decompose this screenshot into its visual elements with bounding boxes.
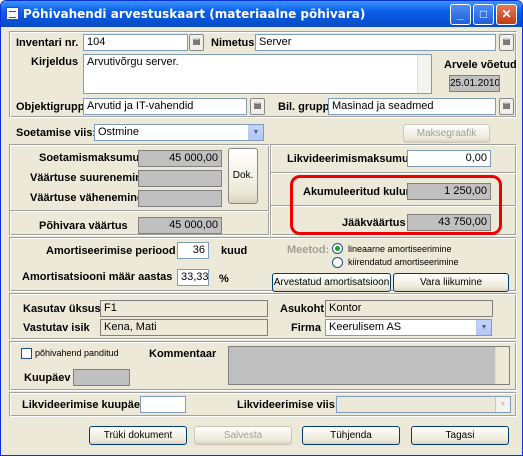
inventory-lookup-button[interactable]: ▤ (189, 34, 204, 51)
accounted-date: 25.01.2010 (449, 75, 500, 92)
close-button[interactable]: ✕ (496, 4, 517, 25)
responsible-value: Kena, Mati (100, 319, 268, 336)
increase-label: Väärtuse suurenemine (30, 172, 148, 184)
increase-value (138, 170, 222, 187)
maximize-button[interactable]: □ (473, 4, 494, 25)
liq-cost-input[interactable]: 0,00 (407, 150, 491, 167)
method-linear-label: lineaarne amortiseerimine (348, 244, 452, 254)
asset-value-label: Põhivara väärtus (39, 220, 128, 232)
pledge-date-label: Kuupäev (24, 372, 71, 384)
responsible-label: Vastutav isik (23, 322, 90, 334)
chevron-down-icon: ▼ (248, 125, 263, 140)
objectgroup-lookup-button[interactable]: ▤ (250, 98, 265, 115)
period-unit: kuud (221, 245, 248, 257)
acq-cost-label: Soetamismaksumus (39, 152, 146, 164)
acq-method-select[interactable]: Ostmine ▼ (94, 124, 264, 141)
divider (10, 210, 269, 212)
liq-method-select[interactable]: ▼ (336, 396, 511, 413)
decrease-value (138, 190, 222, 207)
description-textarea[interactable]: Arvutivõrgu server. (83, 54, 432, 94)
objectgroup-label: Objektigrupp (16, 101, 85, 113)
description-label: Kirjeldus (31, 56, 79, 68)
document-button[interactable]: Dok. (228, 148, 258, 204)
highlight-annotation (290, 175, 502, 235)
inventory-label: Inventari nr. (16, 37, 79, 49)
asset-value-value: 45 000,00 (138, 217, 222, 234)
comment-scrollbar (495, 347, 509, 384)
decrease-label: Väärtuse vähenemine (30, 192, 144, 204)
chevron-down-icon: ▼ (476, 320, 491, 335)
liq-date-label: Likvideerimise kuupäev (22, 399, 147, 411)
asset-card-window: Põhivahendi arvestuskaart (materiaalne p… (0, 0, 523, 456)
name-label: Nimetus (211, 37, 255, 49)
method-linear-radio[interactable] (332, 243, 343, 254)
comment-field (228, 346, 510, 385)
objectgroup-input[interactable]: Arvutid ja IT-vahendid (83, 98, 247, 115)
company-label: Firma (291, 322, 321, 334)
chevron-down-icon: ▼ (495, 397, 510, 412)
company-value: Keerulisem AS (329, 321, 402, 333)
rate-input[interactable]: 33,33 (177, 269, 209, 286)
balgroup-input[interactable]: Masinad ja seadmed (328, 98, 496, 115)
method-accel-radio[interactable] (332, 257, 343, 268)
payment-schedule-button[interactable]: Maksegraafik (403, 124, 490, 143)
method-accel-label: kiirendatud amortiseerimine (348, 257, 459, 267)
unit-value: F1 (100, 300, 268, 317)
clear-button[interactable]: Tühjenda (302, 426, 400, 445)
unit-label: Kasutav üksus (23, 303, 101, 315)
rate-unit: % (219, 273, 229, 285)
acq-method-label: Soetamise viis: (16, 127, 97, 139)
location-label: Asukoht (280, 303, 324, 315)
name-input[interactable]: Server (255, 34, 496, 51)
balgroup-lookup-button[interactable]: ▤ (499, 98, 514, 115)
acq-cost-value: 45 000,00 (138, 150, 222, 167)
form-icon (6, 7, 19, 20)
divider (271, 172, 516, 174)
location-value: Kontor (325, 300, 493, 317)
pledged-checkbox[interactable] (21, 348, 32, 359)
company-select[interactable]: Keerulisem AS ▼ (325, 319, 492, 336)
asset-movement-button[interactable]: Vara liikumine (393, 273, 509, 292)
method-label: Meetod: (287, 244, 330, 256)
period-input[interactable]: 36 (177, 242, 209, 259)
liq-method-label: Likvideerimise viis: (237, 399, 339, 411)
liq-date-input[interactable] (140, 396, 186, 413)
pledged-label: põhivahend panditud (35, 348, 119, 358)
minimize-button[interactable]: _ (450, 4, 471, 25)
acq-method-value: Ostmine (98, 126, 139, 138)
print-document-button[interactable]: Trüki dokument (89, 426, 187, 445)
balgroup-label: Bil. grupp (278, 101, 330, 113)
liq-cost-label: Likvideerimismaksumus (287, 153, 415, 165)
description-scrollbar[interactable] (417, 55, 431, 93)
comment-label: Kommentaar (149, 348, 217, 360)
title-bar: Põhivahendi arvestuskaart (materiaalne p… (1, 1, 522, 27)
window-title: Põhivahendi arvestuskaart (materiaalne p… (23, 7, 366, 21)
back-button[interactable]: Tagasi (411, 426, 509, 445)
rate-label: Amortisatsiooni määr aastas (22, 271, 173, 283)
pledge-date-field (73, 369, 130, 386)
inventory-input[interactable]: 104 (83, 34, 188, 51)
name-lookup-button[interactable]: ▤ (499, 34, 514, 51)
accounted-label: Arvele võetud (444, 59, 517, 71)
save-button[interactable]: Salvesta (194, 426, 292, 445)
period-label: Amortiseerimise periood (46, 245, 176, 257)
calc-amortization-button[interactable]: Arvestatud amortisatsioon (272, 273, 391, 292)
